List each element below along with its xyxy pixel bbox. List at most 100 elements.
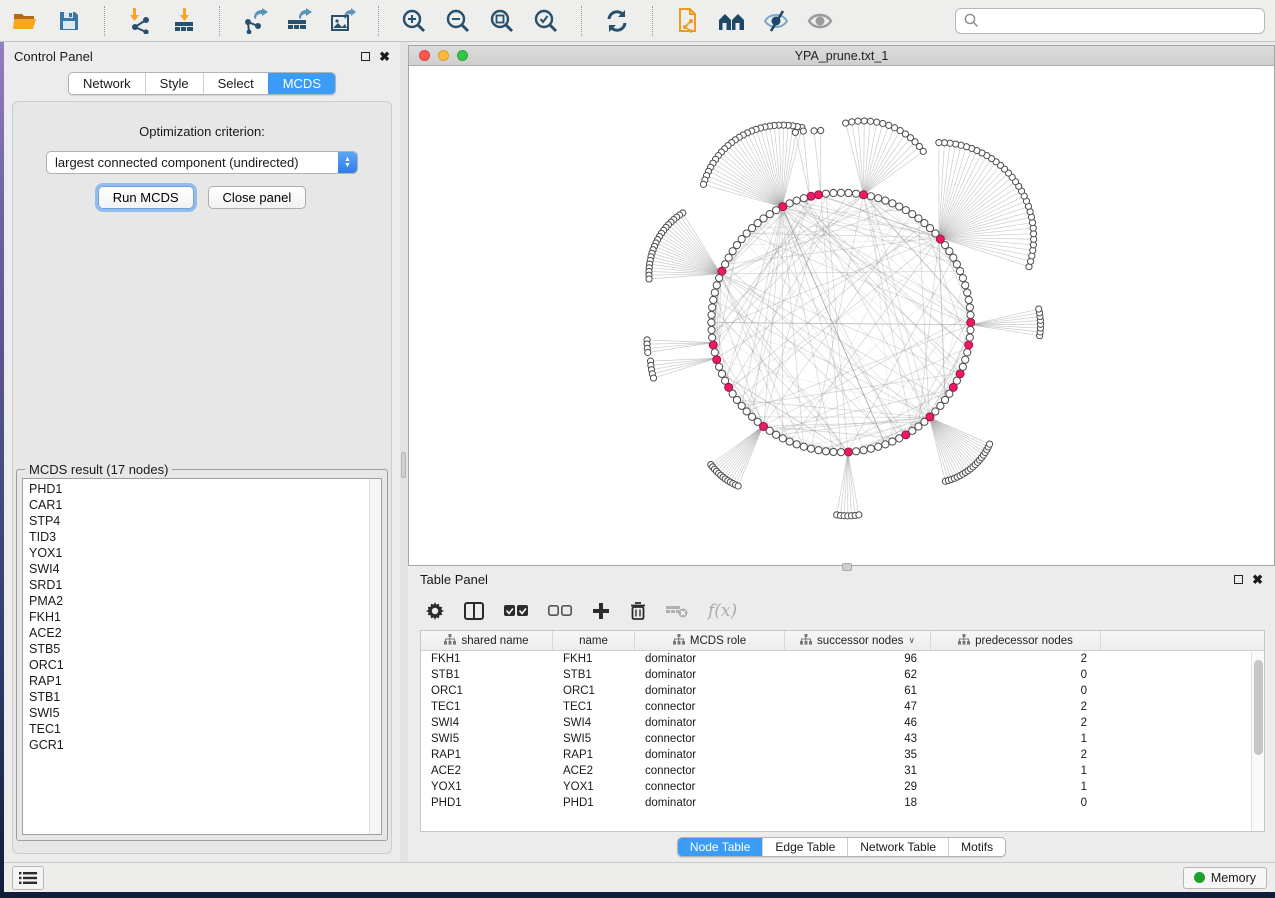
task-history-button[interactable] xyxy=(12,866,44,890)
network-node[interactable] xyxy=(902,207,909,214)
leaf-node[interactable] xyxy=(891,125,897,131)
import-table-icon[interactable] xyxy=(169,7,199,35)
network-node[interactable] xyxy=(966,334,973,341)
mcds-node[interactable] xyxy=(709,341,717,349)
column-header-MCDS-role[interactable]: MCDS role xyxy=(635,631,785,650)
function-builder-icon[interactable]: f(x) xyxy=(708,601,737,621)
network-node[interactable] xyxy=(800,195,807,202)
float-panel-icon[interactable] xyxy=(361,52,370,61)
mcds-node[interactable] xyxy=(956,370,964,378)
mcds-result-item[interactable]: PMA2 xyxy=(29,593,375,609)
leaf-node[interactable] xyxy=(792,129,798,135)
table-row[interactable]: ORC1ORC1dominator610 xyxy=(421,683,1264,699)
horizontal-splitter-grip[interactable] xyxy=(842,563,852,571)
table-scrollbar-thumb[interactable] xyxy=(1254,660,1263,755)
zoom-out-icon[interactable] xyxy=(443,7,473,35)
float-panel-icon[interactable] xyxy=(1234,575,1243,584)
network-node[interactable] xyxy=(852,448,859,455)
tab-network-table[interactable]: Network Table xyxy=(847,838,948,856)
network-node[interactable] xyxy=(837,189,844,196)
zoom-selected-icon[interactable] xyxy=(531,7,561,35)
column-header-predecessor-nodes[interactable]: predecessor nodes xyxy=(931,631,1101,650)
vertical-splitter[interactable] xyxy=(400,42,408,862)
deselect-all-icon[interactable] xyxy=(548,604,572,618)
table-row[interactable]: RAP1RAP1dominator352 xyxy=(421,747,1264,763)
network-node[interactable] xyxy=(964,289,971,296)
network-node[interactable] xyxy=(773,207,780,214)
tab-style[interactable]: Style xyxy=(145,73,203,94)
network-node[interactable] xyxy=(709,304,716,311)
leaf-node[interactable] xyxy=(880,120,886,126)
network-node[interactable] xyxy=(709,334,716,341)
leaf-node[interactable] xyxy=(936,140,942,146)
network-node[interactable] xyxy=(867,193,874,200)
network-node[interactable] xyxy=(962,356,969,363)
mcds-result-item[interactable]: PHD1 xyxy=(29,481,375,497)
mcds-result-item[interactable]: GCR1 xyxy=(29,737,375,753)
columns-icon[interactable] xyxy=(464,602,484,620)
leaf-node[interactable] xyxy=(800,128,806,134)
tab-select[interactable]: Select xyxy=(203,73,268,94)
network-node[interactable] xyxy=(959,363,966,370)
network-node[interactable] xyxy=(909,211,916,218)
table-row[interactable]: PHD1PHD1dominator180 xyxy=(421,795,1264,811)
network-node[interactable] xyxy=(889,438,896,445)
network-node[interactable] xyxy=(708,311,715,318)
save-icon[interactable] xyxy=(54,7,84,35)
network-node[interactable] xyxy=(852,190,859,197)
mcds-node[interactable] xyxy=(965,341,973,349)
network-node[interactable] xyxy=(800,443,807,450)
network-snapshot-icon[interactable] xyxy=(673,7,703,35)
import-network-icon[interactable] xyxy=(125,7,155,35)
network-node[interactable] xyxy=(966,304,973,311)
leaf-node[interactable] xyxy=(843,120,849,126)
network-node[interactable] xyxy=(875,195,882,202)
mcds-result-item[interactable]: YOX1 xyxy=(29,545,375,561)
leaf-node[interactable] xyxy=(650,375,656,381)
mcds-result-item[interactable]: TID3 xyxy=(29,529,375,545)
mcds-node[interactable] xyxy=(845,448,853,456)
network-node[interactable] xyxy=(711,289,718,296)
leaf-node[interactable] xyxy=(856,512,862,518)
network-node[interactable] xyxy=(711,349,718,356)
mcds-result-item[interactable]: STB5 xyxy=(29,641,375,657)
open-folder-icon[interactable] xyxy=(10,7,40,35)
column-header-successor-nodes[interactable]: successor nodes∨ xyxy=(785,631,931,650)
network-node[interactable] xyxy=(882,197,889,204)
close-panel-icon[interactable]: ✖ xyxy=(1252,575,1263,584)
network-node[interactable] xyxy=(959,275,966,282)
leaf-node[interactable] xyxy=(645,349,651,355)
network-node[interactable] xyxy=(875,443,882,450)
leaf-node[interactable] xyxy=(987,441,993,447)
mcds-result-item[interactable]: RAP1 xyxy=(29,673,375,689)
network-node[interactable] xyxy=(793,197,800,204)
leaf-node[interactable] xyxy=(818,127,824,133)
network-node[interactable] xyxy=(786,438,793,445)
network-node[interactable] xyxy=(793,441,800,448)
close-panel-icon[interactable]: ✖ xyxy=(379,52,390,61)
zoom-fit-icon[interactable] xyxy=(487,7,517,35)
leaf-node[interactable] xyxy=(849,119,855,125)
tab-network[interactable]: Network xyxy=(69,73,145,94)
network-node[interactable] xyxy=(964,349,971,356)
column-header-name[interactable]: name xyxy=(553,631,635,650)
leaf-node[interactable] xyxy=(867,118,873,124)
network-node[interactable] xyxy=(773,431,780,438)
network-node[interactable] xyxy=(867,445,874,452)
network-node[interactable] xyxy=(896,203,903,210)
network-node[interactable] xyxy=(830,448,837,455)
network-node[interactable] xyxy=(967,326,974,333)
tab-edge-table[interactable]: Edge Table xyxy=(762,838,847,856)
leaf-node[interactable] xyxy=(861,118,867,124)
run-mcds-button[interactable]: Run MCDS xyxy=(98,186,194,209)
network-overview-icon[interactable] xyxy=(717,7,747,35)
export-network-icon[interactable] xyxy=(240,7,270,35)
export-table-icon[interactable] xyxy=(284,7,314,35)
table-scrollbar[interactable] xyxy=(1251,652,1264,831)
mcds-result-item[interactable]: ORC1 xyxy=(29,657,375,673)
network-node[interactable] xyxy=(822,448,829,455)
leaf-node[interactable] xyxy=(700,181,706,187)
mcds-result-item[interactable]: STP4 xyxy=(29,513,375,529)
show-graphics-details-icon[interactable] xyxy=(805,7,835,35)
network-node[interactable] xyxy=(837,449,844,456)
